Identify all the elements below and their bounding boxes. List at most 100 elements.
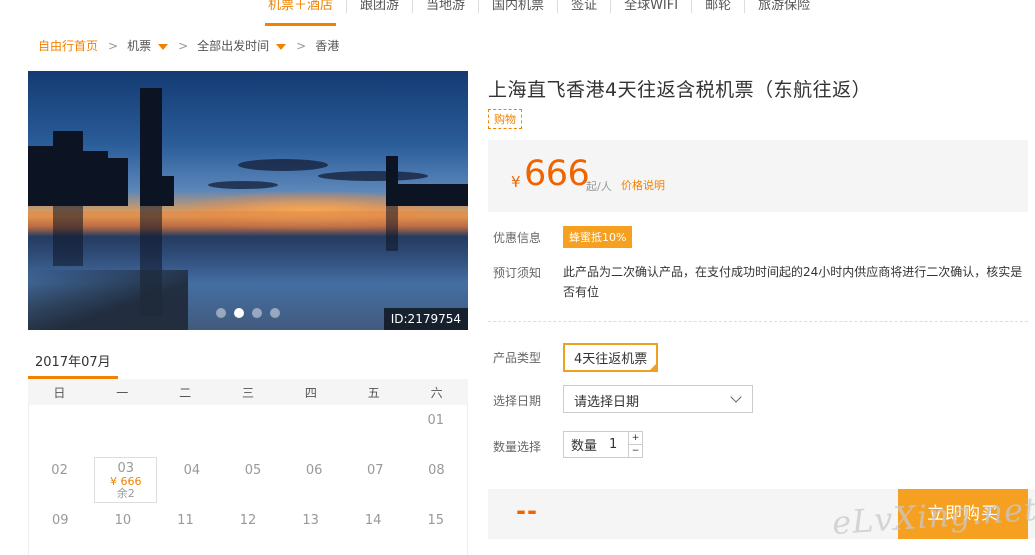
price-explain-link[interactable]: 价格说明	[621, 177, 665, 193]
calendar-body: 01 02 03 ¥ 666 余2 04 05 06 07 08 09 10 1…	[28, 405, 468, 555]
calendar-day-empty	[342, 405, 405, 455]
nav-cruise[interactable]: 邮轮	[692, 0, 744, 16]
divider	[488, 321, 1028, 322]
calendar-day: 14	[364, 513, 382, 528]
breadcrumb-destination: 香港	[315, 39, 340, 53]
breadcrumb-time-label: 全部出发时间	[197, 39, 270, 53]
chevron-down-icon	[730, 391, 742, 403]
date-select[interactable]: 请选择日期	[563, 385, 753, 413]
cloud	[238, 159, 328, 171]
promo-badge: 蜂蜜抵10%	[563, 226, 633, 248]
calendar-day-empty	[279, 405, 342, 455]
calendar-day-empty	[92, 405, 155, 455]
calendar-day-available[interactable]: 03 ¥ 666 余2	[94, 457, 158, 503]
calendar-weekday-header: 日 一 二 三 四 五 六	[28, 379, 468, 405]
weekday-label: 日	[53, 385, 66, 400]
quantity-label: 数量选择	[493, 440, 542, 454]
building	[28, 146, 56, 206]
reflection	[386, 206, 398, 251]
calendar-day: 04	[183, 463, 201, 478]
calendar-day: 13	[302, 513, 319, 528]
weekday-label: 六	[430, 385, 443, 400]
calendar-week: 02 03 ¥ 666 余2 04 05 06 07 08	[29, 455, 467, 505]
selected-check-icon	[648, 362, 659, 372]
building	[83, 151, 108, 206]
price-currency: ¥	[511, 173, 521, 191]
calendar-day: 09	[52, 513, 69, 528]
breadcrumb-category-label: 机票	[127, 39, 152, 53]
plus-icon[interactable]: +	[629, 432, 642, 445]
product-type-label: 产品类型	[493, 351, 542, 365]
promo-label: 优惠信息	[493, 231, 542, 245]
calendar-day: 02	[51, 463, 68, 478]
notice-label: 预订须知	[493, 266, 542, 280]
carousel-dot[interactable]	[252, 308, 262, 318]
weekday-label: 三	[242, 385, 255, 400]
calendar-week: 09 10 11 12 13 14 15	[29, 505, 467, 555]
minus-icon[interactable]: −	[629, 445, 642, 457]
product-type-value: 4天往返机票	[574, 352, 648, 367]
calendar-day-empty	[154, 405, 217, 455]
date-select-placeholder: 请选择日期	[574, 395, 640, 410]
breadcrumb-time[interactable]: 全部出发时间	[197, 37, 287, 54]
quantity-value[interactable]: 1	[609, 437, 617, 452]
calendar-day: 06	[305, 463, 323, 478]
calendar-day: 15	[427, 513, 445, 528]
date-label: 选择日期	[493, 394, 542, 408]
carousel-dot[interactable]	[270, 308, 280, 318]
weekday-label: 四	[304, 385, 317, 400]
nav-global-wifi[interactable]: 全球WIFI	[611, 0, 691, 16]
nav-flight-hotel[interactable]: 机票＋酒店	[255, 0, 346, 26]
weekday-label: 二	[179, 385, 192, 400]
breadcrumb-category[interactable]: 机票	[127, 37, 169, 54]
building	[398, 184, 468, 206]
price-amount: 666	[524, 154, 590, 194]
caret-down-icon	[158, 43, 169, 50]
calendar-day: 11	[177, 513, 194, 528]
breadcrumb-separator: >	[178, 38, 189, 53]
breadcrumb-home[interactable]: 自由行首页	[38, 37, 98, 54]
total-price: --	[516, 497, 538, 525]
calendar-month[interactable]: 2017年07月	[35, 351, 111, 370]
calendar-day-number: 03	[117, 461, 134, 476]
calendar-day: 10	[114, 513, 132, 528]
price-box: ¥ 666 起/人 价格说明	[488, 140, 1028, 212]
quantity-stepper[interactable]: 数量 1 + −	[563, 431, 643, 458]
nav-domestic-flight[interactable]: 国内机票	[479, 0, 557, 16]
product-type-option[interactable]: 4天往返机票	[563, 343, 659, 372]
nav-insurance[interactable]: 旅游保险	[745, 0, 823, 16]
carousel-dot-active[interactable]	[234, 308, 244, 318]
breadcrumb-separator: >	[296, 38, 307, 53]
shopping-tag: 购物	[488, 109, 522, 129]
calendar-day: 12	[239, 513, 257, 528]
caret-down-icon	[276, 43, 287, 50]
cloud	[208, 181, 278, 189]
skyscraper	[386, 156, 398, 206]
product-title: 上海直飞香港4天往返含税机票（东航往返）	[488, 79, 872, 101]
quantity-steps: + −	[628, 432, 642, 457]
weekday-label: 一	[116, 385, 129, 400]
carousel-dot[interactable]	[216, 308, 226, 318]
product-image-carousel[interactable]: ID:2179754	[28, 71, 468, 330]
calendar-day-empty	[29, 405, 92, 455]
skyscraper	[140, 88, 162, 206]
building	[162, 176, 174, 206]
calendar-day: 01	[427, 413, 445, 428]
nav-group-tour[interactable]: 跟团游	[347, 0, 412, 16]
reflection	[53, 206, 83, 266]
quantity-inner-label: 数量	[571, 439, 598, 454]
calendar-day: 05	[244, 463, 262, 478]
building	[53, 131, 83, 206]
carousel-dots	[216, 308, 280, 318]
top-nav: 机票＋酒店 跟团游 当地游 国内机票 签证 全球WIFI 邮轮 旅游保险	[255, 0, 823, 26]
price-unit: 起/人	[586, 180, 612, 193]
calendar-day-remaining: 余2	[116, 487, 135, 500]
building	[108, 158, 128, 206]
breadcrumb: 自由行首页 > 机票 > 全部出发时间 > 香港	[38, 37, 339, 54]
notice-text: 此产品为二次确认产品，在支付成功时间起的24小时内供应商将进行二次确认，核实是否…	[563, 265, 1023, 299]
nav-local-tour[interactable]: 当地游	[413, 0, 478, 16]
nav-visa[interactable]: 签证	[558, 0, 610, 16]
calendar-day-empty	[217, 405, 280, 455]
breadcrumb-separator: >	[108, 38, 119, 53]
calendar-day: 07	[367, 463, 384, 478]
